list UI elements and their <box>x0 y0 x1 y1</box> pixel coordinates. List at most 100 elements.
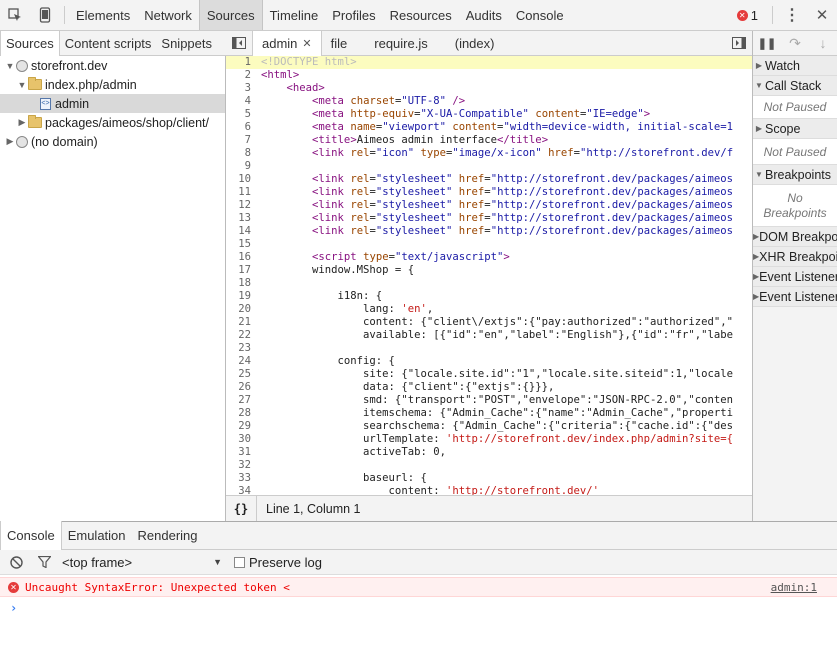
inspect-element-icon[interactable] <box>0 0 30 30</box>
tab-resources[interactable]: Resources <box>383 0 459 30</box>
sidebar-section-scope[interactable]: ▶ Scope <box>753 119 837 139</box>
code-line[interactable]: 34 content: 'http://storefront.dev/' <box>226 485 752 495</box>
line-number[interactable]: 12 <box>226 199 256 212</box>
line-number[interactable]: 6 <box>226 121 256 134</box>
code-line[interactable]: 21 content: {"client\/extjs":{"pay:autho… <box>226 316 752 329</box>
device-mode-icon[interactable] <box>30 0 60 30</box>
sidebar-section-event-listeners[interactable]: ▶ Event Listeners <box>753 287 837 307</box>
code-line[interactable]: 9 <box>226 160 752 173</box>
code-line[interactable]: 1 <!DOCTYPE html> <box>226 56 752 69</box>
code-line[interactable]: 3 <head> <box>226 82 752 95</box>
code-line[interactable]: 4 <meta charset="UTF-8" /> <box>226 95 752 108</box>
code-line[interactable]: 11 <link rel="stylesheet" href="http://s… <box>226 186 752 199</box>
step-into-icon[interactable]: ↓ <box>809 31 837 55</box>
code-line[interactable]: 31 activeTab: 0, <box>226 446 752 459</box>
code-line[interactable]: 17 window.MShop = { <box>226 264 752 277</box>
code-line[interactable]: 12 <link rel="stylesheet" href="http://s… <box>226 199 752 212</box>
line-number[interactable]: 31 <box>226 446 256 459</box>
code-line[interactable]: 28 itemschema: {"Admin_Cache":{"name":"A… <box>226 407 752 420</box>
error-counter[interactable]: ✕ 1 <box>736 8 758 23</box>
line-number[interactable]: 13 <box>226 212 256 225</box>
drawer-tab-rendering[interactable]: Rendering <box>132 522 204 550</box>
tab-console[interactable]: Console <box>509 0 571 30</box>
tab-snippets[interactable]: Snippets <box>156 31 217 55</box>
line-number[interactable]: 18 <box>226 277 256 290</box>
line-number[interactable]: 14 <box>226 225 256 238</box>
tab-profiles[interactable]: Profiles <box>325 0 382 30</box>
line-number[interactable]: 4 <box>226 95 256 108</box>
line-number[interactable]: 1 <box>226 56 256 69</box>
line-number[interactable]: 17 <box>226 264 256 277</box>
line-number[interactable]: 34 <box>226 485 256 495</box>
code-line[interactable]: 25 site: {"locale.site.id":"1","locale.s… <box>226 368 752 381</box>
tab-content-scripts[interactable]: Content scripts <box>60 31 157 55</box>
expand-triangle-icon[interactable]: ▼ <box>16 80 28 90</box>
sidebar-section-breakpoints[interactable]: ▼ Breakpoints <box>753 165 837 185</box>
code-line[interactable]: 13 <link rel="stylesheet" href="http://s… <box>226 212 752 225</box>
close-icon[interactable]: ✕ <box>807 0 837 30</box>
console-prompt[interactable]: › <box>0 599 837 617</box>
line-number[interactable]: 27 <box>226 394 256 407</box>
code-line[interactable]: 19 i18n: { <box>226 290 752 303</box>
sidebar-section-event-listener-breakpoints[interactable]: ▶ Event Listener Breakpoints <box>753 267 837 287</box>
tab-timeline[interactable]: Timeline <box>263 0 326 30</box>
code-line[interactable]: 24 config: { <box>226 355 752 368</box>
sidebar-section-dom-breakpoints[interactable]: ▶ DOM Breakpoints <box>753 227 837 247</box>
collapse-triangle-icon[interactable]: ▶ <box>4 136 16 147</box>
expand-triangle-icon[interactable]: ▼ <box>4 61 16 71</box>
pause-icon[interactable]: ❚❚ <box>753 31 781 55</box>
code-line[interactable]: 8 <link rel="icon" type="image/x-icon" h… <box>226 147 752 160</box>
line-number[interactable]: 33 <box>226 472 256 485</box>
tree-item-storefront[interactable]: ▼ storefront.dev <box>0 56 225 75</box>
line-number[interactable]: 20 <box>226 303 256 316</box>
clear-console-icon[interactable] <box>0 550 32 574</box>
tab-audits[interactable]: Audits <box>459 0 509 30</box>
code-line[interactable]: 26 data: {"client":{"extjs":{}}}, <box>226 381 752 394</box>
line-number[interactable]: 25 <box>226 368 256 381</box>
error-source-link[interactable]: admin:1 <box>771 581 817 594</box>
line-number[interactable]: 26 <box>226 381 256 394</box>
preserve-log-checkbox[interactable] <box>234 556 245 568</box>
line-number[interactable]: 28 <box>226 407 256 420</box>
tab-navigator-sources[interactable]: Sources <box>0 30 60 56</box>
tab-elements[interactable]: Elements <box>69 0 137 30</box>
code-line[interactable]: 2 <html> <box>226 69 752 82</box>
code-line[interactable]: 33 baseurl: { <box>226 472 752 485</box>
editor-tab-file[interactable]: file <box>322 31 357 55</box>
sidebar-section-xhr-breakpoints[interactable]: ▶ XHR Breakpoints <box>753 247 837 267</box>
line-number[interactable]: 7 <box>226 134 256 147</box>
pretty-print-button[interactable]: {} <box>226 502 256 516</box>
code-line[interactable]: 27 smd: {"transport":"POST","envelope":"… <box>226 394 752 407</box>
code-line[interactable]: 22 available: [{"id":"en","label":"Engli… <box>226 329 752 342</box>
collapse-triangle-icon[interactable]: ▶ <box>16 117 28 128</box>
tab-sources[interactable]: Sources <box>198 0 263 30</box>
line-number[interactable]: 23 <box>226 342 256 355</box>
code-line[interactable]: 6 <meta name="viewport" content="width=d… <box>226 121 752 134</box>
toggle-navigator-icon[interactable] <box>226 28 252 58</box>
tree-item-index-php-admin[interactable]: ▼ index.php/admin <box>0 75 225 94</box>
sidebar-section-watch[interactable]: ▶ Watch <box>753 56 837 76</box>
line-number[interactable]: 21 <box>226 316 256 329</box>
line-number[interactable]: 32 <box>226 459 256 472</box>
code-line[interactable]: 32 <box>226 459 752 472</box>
drawer-tab-emulation[interactable]: Emulation <box>62 522 132 550</box>
code-line[interactable]: 7 <title>Aimeos admin interface</title> <box>226 134 752 147</box>
close-tab-icon[interactable]: ✕ <box>302 37 311 50</box>
line-number[interactable]: 15 <box>226 238 256 251</box>
code-line[interactable]: 16 <script type="text/javascript"> <box>226 251 752 264</box>
line-number[interactable]: 11 <box>226 186 256 199</box>
tab-network[interactable]: Network <box>137 0 199 30</box>
frame-selector[interactable]: <top frame> ▼ <box>62 555 222 570</box>
line-number[interactable]: 19 <box>226 290 256 303</box>
toggle-debugger-icon[interactable] <box>726 28 752 58</box>
step-over-icon[interactable]: ↷ <box>781 31 809 55</box>
code-line[interactable]: 14 <link rel="stylesheet" href="http://s… <box>226 225 752 238</box>
tree-item-no-domain[interactable]: ▶ (no domain) <box>0 132 225 151</box>
code-line[interactable]: 5 <meta http-equiv="X-UA-Compatible" con… <box>226 108 752 121</box>
sidebar-section-call-stack[interactable]: ▼ Call Stack <box>753 76 837 96</box>
line-number[interactable]: 30 <box>226 433 256 446</box>
code-line[interactable]: 18 <box>226 277 752 290</box>
code-line[interactable]: 30 urlTemplate: 'http://storefront.dev/i… <box>226 433 752 446</box>
editor-tab-require-js[interactable]: require.js <box>356 31 436 55</box>
line-number[interactable]: 9 <box>226 160 256 173</box>
